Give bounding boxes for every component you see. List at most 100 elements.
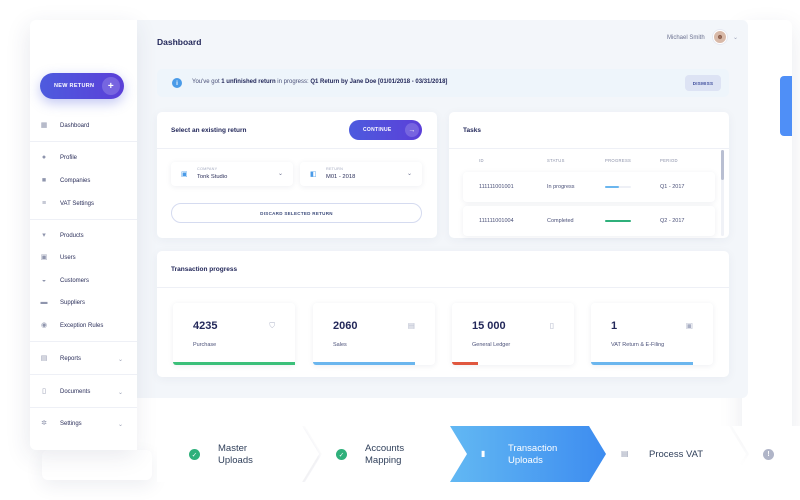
sidebar-item-reports[interactable]: ▤ Reports ⌄ xyxy=(30,352,137,366)
step-accounts-mapping[interactable]: ✓ Accounts Mapping xyxy=(322,426,447,482)
sidebar-item-label: Users xyxy=(60,255,76,261)
chevron-down-icon: ⌄ xyxy=(117,389,123,396)
sidebar-item-label: Reports xyxy=(60,356,82,362)
sidebar-item-label: Profile xyxy=(60,155,78,161)
sidebar-item-label: Dashboard xyxy=(60,123,90,129)
metric-general-ledger[interactable]: 15 000 General Ledger ▯ xyxy=(452,303,574,365)
company-select[interactable]: ▣ COMPANY Tonk Studio ⌄ xyxy=(171,162,293,186)
check-icon: ✓ xyxy=(336,449,347,460)
chevron-down-icon: ⌄ xyxy=(117,356,123,363)
background-card xyxy=(42,450,152,480)
return-icon: ◧ xyxy=(310,171,317,178)
metric-sales[interactable]: 2060 Sales ▤ xyxy=(313,303,435,365)
sidebar-divider xyxy=(30,219,137,220)
task-status: In progress xyxy=(547,184,575,190)
sidebar-item-documents[interactable]: ▯ Documents ⌄ xyxy=(30,385,137,399)
metric-purchase[interactable]: 4235 Purchase ⛉ xyxy=(173,303,295,365)
screenshot-stage: NEW RETURN + ▦ Dashboard ● Profile ■ Com… xyxy=(0,0,800,500)
metric-value: 4235 xyxy=(193,320,218,332)
sidebar-divider xyxy=(30,407,137,408)
sidebar-item-dashboard[interactable]: ▦ Dashboard xyxy=(30,119,137,133)
metric-value: 2060 xyxy=(333,320,358,332)
card-title: Select an existing return xyxy=(171,127,247,134)
tasks-card: Tasks ID STATUS PROGRESS PERIOD 11111100… xyxy=(449,112,729,238)
sidebar-item-suppliers[interactable]: ▬ Suppliers xyxy=(30,296,137,310)
step-label: Master Uploads xyxy=(218,443,253,466)
background-window xyxy=(742,20,792,440)
avatar[interactable]: ☻ xyxy=(713,30,727,44)
user-name[interactable]: Michael Smith xyxy=(667,35,705,41)
sidebar-item-customers[interactable]: ◒ Customers xyxy=(30,274,137,288)
task-period: Q2 - 2017 xyxy=(660,218,685,224)
info-icon: i xyxy=(172,78,182,88)
metric-bar xyxy=(173,362,295,365)
existing-return-card: Select an existing return CONTINUE → ▣ C… xyxy=(157,112,437,238)
table-row[interactable]: 111111001001 In progress Q1 - 2017 xyxy=(463,172,715,202)
step-label: Process VAT xyxy=(649,449,704,460)
sidebar-item-profile[interactable]: ● Profile xyxy=(30,151,137,165)
step-master-uploads[interactable]: ✓ Master Uploads xyxy=(157,426,302,482)
task-status: Completed xyxy=(547,218,574,224)
report-icon: ▤ xyxy=(40,355,48,362)
sidebar-item-vat-settings[interactable]: ≡ VAT Settings xyxy=(30,197,137,211)
sidebar-item-label: Customers xyxy=(60,278,90,284)
sidebar-item-exception-rules[interactable]: ◉ Exception Rules xyxy=(30,319,137,333)
transaction-progress-card: Transaction progress 4235 Purchase ⛉ 206… xyxy=(157,251,729,377)
metric-label: VAT Return & E-Filing xyxy=(611,342,665,348)
sidebar-item-label: Products xyxy=(60,233,84,239)
card-title: Transaction progress xyxy=(171,266,238,273)
sidebar-item-label: VAT Settings xyxy=(60,201,95,207)
metric-label: General Ledger xyxy=(472,342,511,348)
metric-label: Purchase xyxy=(193,342,217,348)
step-transaction-uploads[interactable]: ▮ Transaction Uploads xyxy=(467,426,589,482)
users-icon: ▣ xyxy=(40,254,48,261)
step-final[interactable]: ! xyxy=(749,426,800,482)
metric-label: Sales xyxy=(333,342,347,348)
table-row[interactable]: 111111001004 Completed Q2 - 2017 xyxy=(463,206,715,236)
sidebar-item-label: Exception Rules xyxy=(60,323,104,329)
upload-icon: ▮ xyxy=(481,449,486,458)
return-select[interactable]: ◧ RETURN M01 - 2018 ⌄ xyxy=(300,162,422,186)
sidebar-item-settings[interactable]: ✲ Settings ⌄ xyxy=(30,417,137,431)
step-label: Transaction Uploads xyxy=(508,443,558,466)
return-label: RETURN xyxy=(326,167,344,171)
step-process-vat[interactable]: ▤ Process VAT xyxy=(609,426,729,482)
cart-icon: ▾ xyxy=(42,232,46,239)
chevron-down-icon: ⌄ xyxy=(277,171,283,177)
filing-icon: ▣ xyxy=(685,321,693,330)
task-progress-bar xyxy=(605,186,631,188)
plus-icon: + xyxy=(102,77,120,95)
step-label: Accounts Mapping xyxy=(365,443,405,466)
company-label: COMPANY xyxy=(197,167,218,171)
basket-icon: ⛉ xyxy=(269,321,275,330)
tasks-scrollbar[interactable] xyxy=(721,150,724,236)
scrollbar-thumb[interactable] xyxy=(721,150,724,180)
tasks-table: ID STATUS PROGRESS PERIOD 111111001001 I… xyxy=(463,152,715,236)
building-icon: ■ xyxy=(41,177,47,184)
continue-button[interactable]: CONTINUE → xyxy=(349,120,422,140)
new-return-label: NEW RETURN xyxy=(54,83,95,89)
main-content: Dashboard Michael Smith ☻ ⌄ i You've got… xyxy=(137,20,748,398)
new-return-button[interactable]: NEW RETURN + xyxy=(40,73,124,99)
company-value: Tonk Studio xyxy=(197,174,228,180)
dismiss-button[interactable]: DISMISS xyxy=(685,75,721,91)
sidebar-item-companies[interactable]: ■ Companies xyxy=(30,174,137,188)
sidebar-divider xyxy=(30,341,137,342)
truck-icon: ▬ xyxy=(40,299,48,306)
metric-bar xyxy=(313,362,415,365)
chevron-down-icon[interactable]: ⌄ xyxy=(733,34,738,41)
task-id: 111111001001 xyxy=(479,184,514,190)
progress-fill xyxy=(605,186,620,188)
check-icon: ✓ xyxy=(189,449,200,460)
sidebar-divider xyxy=(30,141,137,142)
card-divider xyxy=(157,148,437,149)
sidebar-item-users[interactable]: ▣ Users xyxy=(30,251,137,265)
sidebar-item-products[interactable]: ▾ Products xyxy=(30,229,137,243)
discard-return-button[interactable]: DISCARD SELECTED RETURN xyxy=(171,203,422,223)
metric-value: 1 xyxy=(611,320,618,332)
grid-icon: ▦ xyxy=(40,122,48,129)
document-icon: ▯ xyxy=(42,388,46,395)
column-header: PERIOD xyxy=(660,158,678,163)
metric-value: 15 000 xyxy=(472,320,506,332)
metric-vat-return[interactable]: 1 VAT Return & E-Filing ▣ xyxy=(591,303,713,365)
